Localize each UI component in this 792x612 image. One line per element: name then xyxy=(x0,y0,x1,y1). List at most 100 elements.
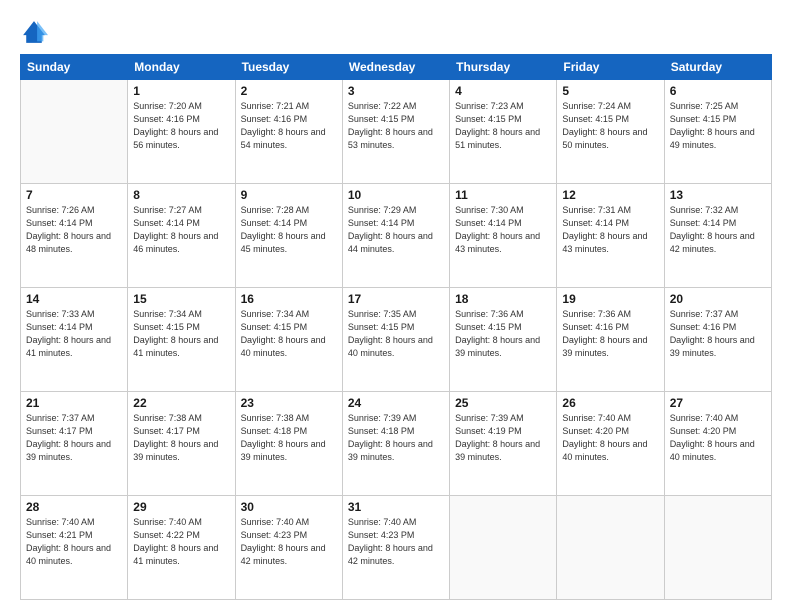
calendar-week-row: 28Sunrise: 7:40 AMSunset: 4:21 PMDayligh… xyxy=(21,496,772,600)
calendar-week-row: 21 Sunrise: 7:37 AMSunset: 4:17 PMDayligh… xyxy=(21,392,772,496)
day-number: 26 xyxy=(562,396,658,410)
day-number: 2 xyxy=(241,84,337,98)
day-number: 6 xyxy=(670,84,766,98)
cell-text: Sunrise: 7:32 AMSunset: 4:14 PMDaylight:… xyxy=(670,204,766,256)
calendar-cell: 31 Sunrise: 7:40 AMSunset: 4:23 PMDayligh… xyxy=(342,496,449,600)
day-number: 25 xyxy=(455,396,551,410)
cell-text: Sunrise: 7:40 AMSunset: 4:23 PMDaylight:… xyxy=(348,516,444,568)
day-number: 27 xyxy=(670,396,766,410)
day-number: 22 xyxy=(133,396,229,410)
calendar-cell: 1 Sunrise: 7:20 AMSunset: 4:16 PMDaylight… xyxy=(128,80,235,184)
day-number: 24 xyxy=(348,396,444,410)
calendar-cell: 4Sunrise: 7:23 AMSunset: 4:15 PMDaylight… xyxy=(450,80,557,184)
cell-text: Sunrise: 7:28 AMSunset: 4:14 PMDaylight:… xyxy=(241,204,337,256)
calendar-week-row: 1 Sunrise: 7:20 AMSunset: 4:16 PMDaylight… xyxy=(21,80,772,184)
day-number: 12 xyxy=(562,188,658,202)
calendar-cell: 14 Sunrise: 7:33 AMSunset: 4:14 PMDayligh… xyxy=(21,288,128,392)
calendar-table: SundayMondayTuesdayWednesdayThursdayFrid… xyxy=(20,54,772,600)
cell-text: Sunrise: 7:40 AMSunset: 4:23 PMDaylight:… xyxy=(241,516,337,568)
cell-text: Sunrise: 7:36 AMSunset: 4:16 PMDaylight:… xyxy=(562,308,658,360)
day-number: 20 xyxy=(670,292,766,306)
cell-text: Sunrise: 7:29 AMSunset: 4:14 PMDaylight:… xyxy=(348,204,444,256)
calendar-cell: 27 Sunrise: 7:40 AMSunset: 4:20 PMDayligh… xyxy=(664,392,771,496)
cell-text: Sunrise: 7:24 AMSunset: 4:15 PMDaylight:… xyxy=(562,100,658,152)
day-number: 23 xyxy=(241,396,337,410)
calendar-cell xyxy=(21,80,128,184)
calendar-cell: 23 Sunrise: 7:38 AMSunset: 4:18 PMDayligh… xyxy=(235,392,342,496)
calendar-cell: 8 Sunrise: 7:27 AMSunset: 4:14 PMDaylight… xyxy=(128,184,235,288)
cell-text: Sunrise: 7:37 AMSunset: 4:17 PMDaylight:… xyxy=(26,412,122,464)
cell-text: Sunrise: 7:35 AMSunset: 4:15 PMDaylight:… xyxy=(348,308,444,360)
calendar-cell xyxy=(664,496,771,600)
weekday-header-saturday: Saturday xyxy=(664,55,771,80)
cell-text: Sunrise: 7:39 AMSunset: 4:19 PMDaylight:… xyxy=(455,412,551,464)
weekday-header-friday: Friday xyxy=(557,55,664,80)
logo xyxy=(20,18,52,46)
day-number: 14 xyxy=(26,292,122,306)
cell-text: Sunrise: 7:22 AMSunset: 4:15 PMDaylight:… xyxy=(348,100,444,152)
logo-icon xyxy=(20,18,48,46)
day-number: 3 xyxy=(348,84,444,98)
calendar-cell: 17 Sunrise: 7:35 AMSunset: 4:15 PMDayligh… xyxy=(342,288,449,392)
cell-text: Sunrise: 7:33 AMSunset: 4:14 PMDaylight:… xyxy=(26,308,122,360)
calendar-cell: 29 Sunrise: 7:40 AMSunset: 4:22 PMDayligh… xyxy=(128,496,235,600)
calendar-cell: 18 Sunrise: 7:36 AMSunset: 4:15 PMDayligh… xyxy=(450,288,557,392)
calendar-cell: 25 Sunrise: 7:39 AMSunset: 4:19 PMDayligh… xyxy=(450,392,557,496)
weekday-header-monday: Monday xyxy=(128,55,235,80)
calendar-week-row: 7 Sunrise: 7:26 AMSunset: 4:14 PMDaylight… xyxy=(21,184,772,288)
calendar-cell: 28Sunrise: 7:40 AMSunset: 4:21 PMDayligh… xyxy=(21,496,128,600)
cell-text: Sunrise: 7:34 AMSunset: 4:15 PMDaylight:… xyxy=(241,308,337,360)
day-number: 29 xyxy=(133,500,229,514)
weekday-header-row: SundayMondayTuesdayWednesdayThursdayFrid… xyxy=(21,55,772,80)
day-number: 1 xyxy=(133,84,229,98)
calendar-cell: 6Sunrise: 7:25 AMSunset: 4:15 PMDaylight… xyxy=(664,80,771,184)
calendar-cell: 11Sunrise: 7:30 AMSunset: 4:14 PMDayligh… xyxy=(450,184,557,288)
weekday-header-sunday: Sunday xyxy=(21,55,128,80)
calendar-cell: 22Sunrise: 7:38 AMSunset: 4:17 PMDayligh… xyxy=(128,392,235,496)
cell-text: Sunrise: 7:31 AMSunset: 4:14 PMDaylight:… xyxy=(562,204,658,256)
cell-text: Sunrise: 7:40 AMSunset: 4:20 PMDaylight:… xyxy=(562,412,658,464)
cell-text: Sunrise: 7:27 AMSunset: 4:14 PMDaylight:… xyxy=(133,204,229,256)
calendar-cell xyxy=(557,496,664,600)
calendar-cell: 5 Sunrise: 7:24 AMSunset: 4:15 PMDaylight… xyxy=(557,80,664,184)
cell-text: Sunrise: 7:21 AMSunset: 4:16 PMDaylight:… xyxy=(241,100,337,152)
cell-text: Sunrise: 7:40 AMSunset: 4:20 PMDaylight:… xyxy=(670,412,766,464)
cell-text: Sunrise: 7:38 AMSunset: 4:18 PMDaylight:… xyxy=(241,412,337,464)
cell-text: Sunrise: 7:26 AMSunset: 4:14 PMDaylight:… xyxy=(26,204,122,256)
weekday-header-thursday: Thursday xyxy=(450,55,557,80)
day-number: 9 xyxy=(241,188,337,202)
day-number: 5 xyxy=(562,84,658,98)
day-number: 17 xyxy=(348,292,444,306)
calendar-cell: 30 Sunrise: 7:40 AMSunset: 4:23 PMDayligh… xyxy=(235,496,342,600)
day-number: 4 xyxy=(455,84,551,98)
calendar-cell: 20 Sunrise: 7:37 AMSunset: 4:16 PMDayligh… xyxy=(664,288,771,392)
calendar-week-row: 14 Sunrise: 7:33 AMSunset: 4:14 PMDayligh… xyxy=(21,288,772,392)
day-number: 18 xyxy=(455,292,551,306)
calendar-cell: 19Sunrise: 7:36 AMSunset: 4:16 PMDayligh… xyxy=(557,288,664,392)
cell-text: Sunrise: 7:40 AMSunset: 4:21 PMDaylight:… xyxy=(26,516,122,568)
calendar-cell: 15Sunrise: 7:34 AMSunset: 4:15 PMDayligh… xyxy=(128,288,235,392)
page: SundayMondayTuesdayWednesdayThursdayFrid… xyxy=(0,0,792,612)
day-number: 21 xyxy=(26,396,122,410)
calendar-cell: 10 Sunrise: 7:29 AMSunset: 4:14 PMDayligh… xyxy=(342,184,449,288)
cell-text: Sunrise: 7:40 AMSunset: 4:22 PMDaylight:… xyxy=(133,516,229,568)
day-number: 15 xyxy=(133,292,229,306)
calendar-cell: 2 Sunrise: 7:21 AMSunset: 4:16 PMDaylight… xyxy=(235,80,342,184)
header xyxy=(20,18,772,46)
weekday-header-wednesday: Wednesday xyxy=(342,55,449,80)
day-number: 30 xyxy=(241,500,337,514)
cell-text: Sunrise: 7:36 AMSunset: 4:15 PMDaylight:… xyxy=(455,308,551,360)
calendar-cell: 7 Sunrise: 7:26 AMSunset: 4:14 PMDaylight… xyxy=(21,184,128,288)
day-number: 10 xyxy=(348,188,444,202)
cell-text: Sunrise: 7:20 AMSunset: 4:16 PMDaylight:… xyxy=(133,100,229,152)
calendar-cell: 21 Sunrise: 7:37 AMSunset: 4:17 PMDayligh… xyxy=(21,392,128,496)
day-number: 7 xyxy=(26,188,122,202)
day-number: 16 xyxy=(241,292,337,306)
day-number: 8 xyxy=(133,188,229,202)
cell-text: Sunrise: 7:39 AMSunset: 4:18 PMDaylight:… xyxy=(348,412,444,464)
day-number: 11 xyxy=(455,188,551,202)
cell-text: Sunrise: 7:37 AMSunset: 4:16 PMDaylight:… xyxy=(670,308,766,360)
calendar-cell: 24 Sunrise: 7:39 AMSunset: 4:18 PMDayligh… xyxy=(342,392,449,496)
day-number: 31 xyxy=(348,500,444,514)
calendar-cell: 12 Sunrise: 7:31 AMSunset: 4:14 PMDayligh… xyxy=(557,184,664,288)
